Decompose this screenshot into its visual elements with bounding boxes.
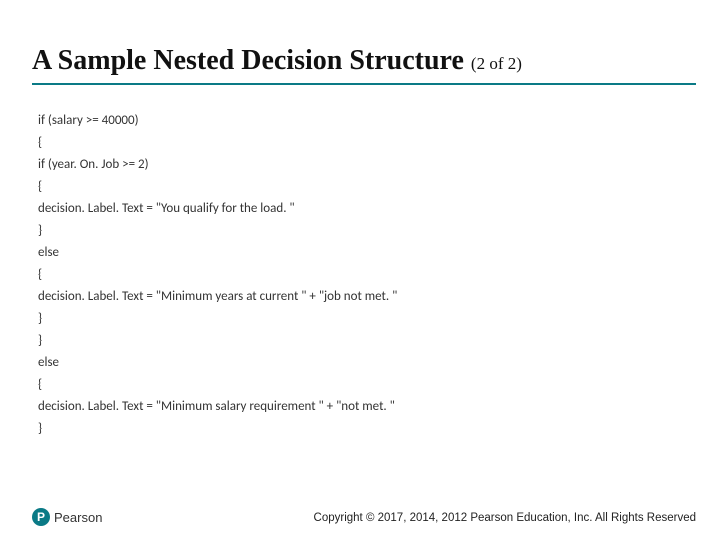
footer: P Pearson Copyright © 2017, 2014, 2012 P… <box>0 502 720 526</box>
slide-title: A Sample Nested Decision Structure (2 of… <box>32 46 696 85</box>
title-sub: (2 of 2) <box>471 54 522 73</box>
code-block: if (salary >= 40000) { if (year. On. Job… <box>38 110 682 440</box>
pearson-logo-text: Pearson <box>54 510 102 525</box>
title-main: A Sample Nested Decision Structure <box>32 45 471 76</box>
slide: A Sample Nested Decision Structure (2 of… <box>0 0 720 540</box>
pearson-logo: P Pearson <box>32 508 102 526</box>
copyright-text: Copyright © 2017, 2014, 2012 Pearson Edu… <box>314 512 696 524</box>
pearson-logo-icon: P <box>32 508 50 526</box>
